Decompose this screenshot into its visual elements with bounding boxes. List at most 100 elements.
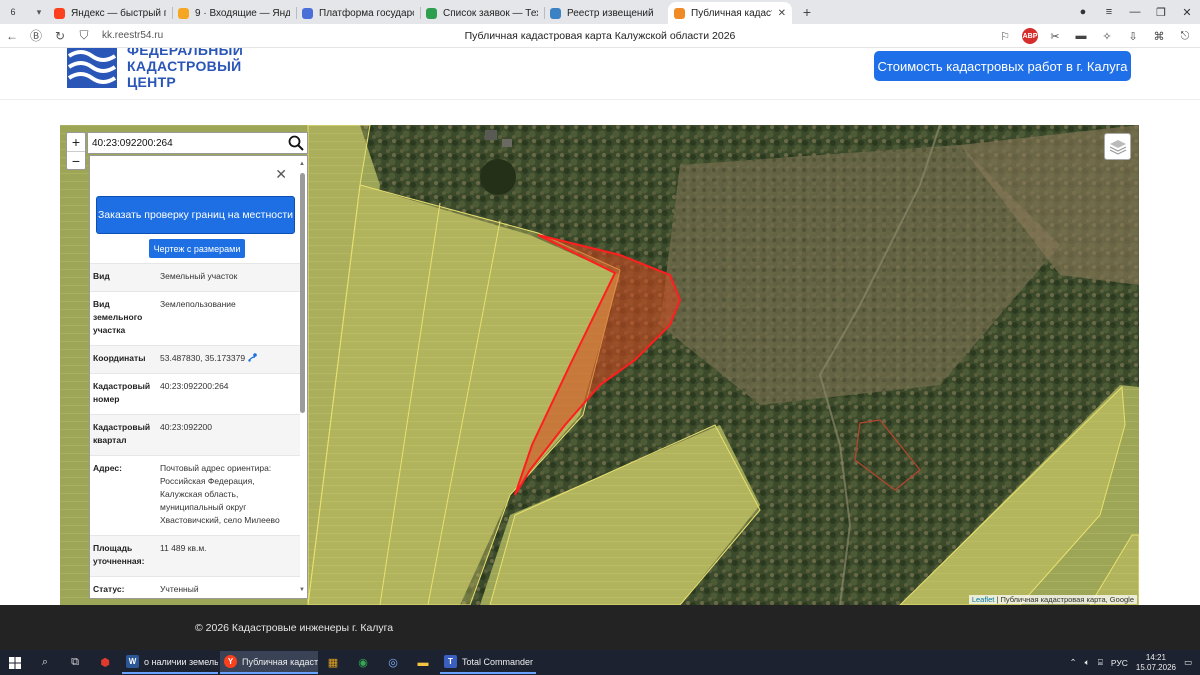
footer-copyright: © 2026 Кадастровые инженеры г. Калуга xyxy=(195,622,394,634)
zoom-out-button[interactable]: − xyxy=(67,151,85,169)
tab-cadastral-map[interactable]: Публичная кадастровая карта ✕ xyxy=(668,2,792,24)
tab-mail[interactable]: 9 · Входящие — Яндекс Почта xyxy=(172,2,296,24)
cadastral-price-button[interactable]: Стоимость кадастровых работ в г. Калуга xyxy=(874,51,1131,81)
adblock-icon[interactable]: ABP xyxy=(1022,28,1038,44)
fire-icon xyxy=(674,7,685,19)
attr-row-cadastral-quarter: Кадастровый квартал 40:23:092200 xyxy=(90,414,300,455)
parcel-attributes: Вид Земельный участок Вид земельного уча… xyxy=(90,263,300,598)
notifications-icon[interactable]: ▭ xyxy=(1184,657,1192,668)
cadastral-search: 40:23:092200:264 xyxy=(87,132,308,154)
attr-row-address: Адрес: Почтовый адрес ориентира: Российс… xyxy=(90,455,300,535)
taskbar-app-total-commander[interactable]: T Total Commander ... xyxy=(440,651,536,674)
network-icon[interactable]: ⌸ xyxy=(1098,657,1103,668)
acrobat-icon[interactable]: ⬢ xyxy=(90,650,120,675)
attr-value: Учтенный xyxy=(160,584,199,594)
profile-icon[interactable]: ● xyxy=(1070,6,1096,18)
input-language[interactable]: РУС xyxy=(1111,658,1128,668)
site-footer: © 2026 Кадастровые инженеры г. Калуга xyxy=(0,605,1200,650)
attribution-text: | Публичная кадастровая карта, Google xyxy=(994,595,1134,604)
browser-tabbar: 6 ▾ Яндекс — быстрый поиск 9 · Входящие … xyxy=(0,0,1200,24)
new-tab-button[interactable]: + xyxy=(798,3,816,21)
attr-value: Почтовый адрес ориентира: Российская Фед… xyxy=(160,463,280,525)
layers-button[interactable] xyxy=(1104,133,1131,160)
vpn-icon[interactable]: ▬ xyxy=(1072,27,1090,45)
chrome-icon[interactable]: ◉ xyxy=(348,650,378,675)
tab-list-chevron-icon[interactable]: ▾ xyxy=(30,4,48,20)
task-view-icon[interactable]: ⧉ xyxy=(60,650,90,675)
toolbar-right: ⚐ ABP ✂ ▬ ✧ ⇩ ⌘ ⎋ xyxy=(996,27,1194,45)
registry-icon xyxy=(550,7,561,19)
restore-icon[interactable]: ❐ xyxy=(1148,6,1174,19)
windows-start-icon[interactable] xyxy=(0,650,30,675)
share-icon[interactable]: ⎋ xyxy=(1176,27,1194,45)
window-controls: ● ≡ — ❐ ✕ xyxy=(1070,0,1200,24)
attr-row-status: Статус: Учтенный xyxy=(90,576,300,598)
panel-scrollbar[interactable]: ▲ ▼ xyxy=(298,161,306,593)
attr-value: 40:23:092200:264 xyxy=(160,381,229,391)
scroll-up-icon[interactable]: ▲ xyxy=(299,161,305,167)
taskbar-app-word[interactable]: W о наличии земель... xyxy=(122,651,218,674)
tab-yandex[interactable]: Яндекс — быстрый поиск xyxy=(48,2,172,24)
logo-line-2: КАДАСТРОВЫЙ xyxy=(127,58,242,74)
close-window-icon[interactable]: ✕ xyxy=(1174,6,1200,19)
attr-row-coordinates: Координаты 53.487830, 35.173379 xyxy=(90,345,300,373)
tab-registry[interactable]: Реестр извещений xyxy=(544,2,668,24)
search-icon[interactable] xyxy=(285,132,307,154)
translate-icon[interactable]: ⌘ xyxy=(1150,27,1168,45)
clock[interactable]: 14:21 15.07.2026 xyxy=(1136,653,1176,673)
downloads-icon[interactable]: ⇩ xyxy=(1124,27,1142,45)
windows-taskbar: ⌕ ⧉ ⬢ W о наличии земель... Y Публичная … xyxy=(0,650,1200,675)
tab-technokad[interactable]: Список заявок — ТехноКад xyxy=(420,2,544,24)
search-icon[interactable]: ⌕ xyxy=(30,650,60,675)
tray-chevron-icon[interactable]: ⌃ xyxy=(1070,657,1077,668)
browser-c-icon[interactable]: ◎ xyxy=(378,650,408,675)
tab-gosuslugi[interactable]: Платформа государственных сервисов xyxy=(296,2,420,24)
logo-line-3: ЦЕНТР xyxy=(127,74,177,90)
zoom-in-button[interactable]: + xyxy=(67,133,85,151)
menu-icon[interactable]: ≡ xyxy=(1096,6,1122,18)
volume-icon[interactable]: 🔈︎ xyxy=(1085,657,1090,668)
logo-icon xyxy=(67,48,117,88)
attr-key: Статус: xyxy=(93,584,125,594)
close-icon[interactable]: ✕ xyxy=(275,166,287,183)
puzzle-icon[interactable]: ✧ xyxy=(1098,27,1116,45)
tab-count-badge[interactable]: 6 xyxy=(4,4,22,20)
search-input[interactable]: 40:23:092200:264 xyxy=(92,138,285,149)
attr-key: Адрес: xyxy=(93,463,122,473)
yandex-icon xyxy=(54,7,65,19)
yandex-b-icon[interactable]: Ⓑ xyxy=(24,27,48,44)
clock-time: 14:21 xyxy=(1145,652,1166,662)
attr-key: Координаты xyxy=(93,353,146,363)
attr-value: Земельный участок xyxy=(160,271,238,281)
file-explorer-icon[interactable]: ▬ xyxy=(408,650,438,675)
logo-text: ФЕДЕРАЛЬНЫЙ КАДАСТРОВЫЙ ЦЕНТР xyxy=(127,48,243,90)
tab-label: 9 · Входящие — Яндекс Почта xyxy=(195,7,290,19)
logo-line-1: ФЕДЕРАЛЬНЫЙ xyxy=(127,48,244,58)
attr-value: 53.487830, 35.173379 xyxy=(160,353,246,363)
close-tab-icon[interactable]: ✕ xyxy=(778,8,786,19)
tab-label: Публичная кадастровая карта xyxy=(691,7,772,19)
taskbar-app-browser[interactable]: Y Публичная кадаст... xyxy=(220,651,318,674)
minimize-icon[interactable]: — xyxy=(1122,6,1148,18)
extension-icon[interactable]: ✂ xyxy=(1046,27,1064,45)
yandex-browser-icon: Y xyxy=(224,655,237,668)
url-field[interactable]: kk.reestr54.ru xyxy=(102,30,222,41)
back-icon[interactable]: ← xyxy=(0,29,24,43)
scroll-down-icon[interactable]: ▼ xyxy=(299,587,305,593)
drawing-with-dimensions-button[interactable]: Чертеж с размерами xyxy=(149,239,245,258)
parcel-info-panel: ✕ Заказать проверку границ на местности … xyxy=(89,155,308,599)
reload-icon[interactable]: ↻ xyxy=(48,29,72,43)
cadastral-map[interactable]: + − 40:23:092200:264 Leaflet | Публичная… xyxy=(60,125,1139,605)
app-grid-icon[interactable]: ▦ xyxy=(318,650,348,675)
bookmark-icon[interactable]: ⚐ xyxy=(996,27,1014,45)
mail-icon xyxy=(178,7,189,19)
order-boundary-check-button[interactable]: Заказать проверку границ на местности xyxy=(96,196,295,234)
leaflet-link[interactable]: Leaflet xyxy=(972,595,995,604)
attr-row-area: Площадь уточненная: 11 489 кв.м. xyxy=(90,535,300,576)
lock-icon[interactable]: ⛉ xyxy=(72,28,96,43)
route-icon[interactable] xyxy=(248,353,258,362)
tab-label: Платформа государственных сервисов xyxy=(319,7,414,19)
gov-icon xyxy=(302,7,313,19)
attr-row-land-type: Вид земельного участка Землепользование xyxy=(90,291,300,345)
scroll-thumb[interactable] xyxy=(300,173,305,413)
